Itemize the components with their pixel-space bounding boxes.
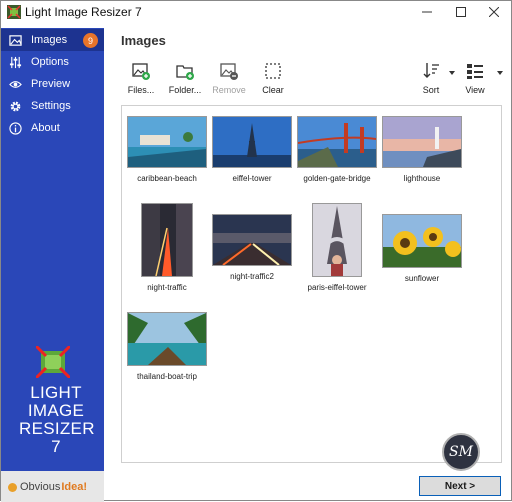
image-thumbnail[interactable]: paris-eiffel-tower <box>297 203 377 292</box>
clear-label: Clear <box>262 85 284 95</box>
image-count-badge: 9 <box>83 33 98 48</box>
sliders-icon <box>8 55 22 69</box>
app-window: Light Image Resizer 7 Images 9 Options P… <box>0 0 512 502</box>
toolbar: Files... Folder... Remove Clear Sort Vie… <box>113 57 509 97</box>
sidebar-item-label: Settings <box>31 100 71 112</box>
image-thumbnail[interactable]: sunflower <box>382 214 462 283</box>
sidebar-item-label: About <box>31 122 60 134</box>
thumbnail-image <box>382 214 462 268</box>
image-thumbnail[interactable]: thailand-boat-trip <box>127 312 207 381</box>
clear-selection-icon <box>265 63 281 79</box>
image-thumbnail[interactable]: golden-gate-bridge <box>297 116 377 183</box>
thumbnail-image <box>212 214 292 266</box>
logo-line: LIGHT <box>30 383 82 402</box>
image-thumbnail[interactable]: lighthouse <box>382 116 462 183</box>
sort-icon <box>423 63 439 78</box>
app-icon <box>7 5 21 19</box>
minimize-icon <box>422 11 432 13</box>
title-bar: Light Image Resizer 7 <box>1 1 511 23</box>
thumbnail-image <box>127 312 207 366</box>
maximize-icon <box>456 7 466 17</box>
sidebar-item-about[interactable]: About <box>1 117 104 139</box>
gear-icon <box>8 99 22 113</box>
eye-icon <box>8 77 22 91</box>
thumbnail-caption: paris-eiffel-tower <box>307 283 367 292</box>
company-name-accent: Idea! <box>61 481 88 493</box>
sidebar-item-images[interactable]: Images 9 <box>1 29 104 51</box>
files-label: Files... <box>127 85 155 95</box>
sidebar-item-options[interactable]: Options <box>1 51 104 73</box>
logo-line: 7 <box>51 437 61 456</box>
close-icon <box>489 7 499 17</box>
image-gallery[interactable]: caribbean-beach eiffel-tower golden-gate… <box>121 105 502 463</box>
sort-button[interactable]: Sort <box>409 57 453 97</box>
add-image-icon <box>132 63 150 80</box>
info-icon <box>8 121 22 135</box>
thumbnail-image <box>127 116 207 168</box>
maximize-button[interactable] <box>444 1 478 23</box>
add-folder-button[interactable]: Folder... <box>163 57 207 97</box>
images-icon <box>8 33 22 47</box>
view-label: View <box>465 85 485 95</box>
sidebar-item-label: Preview <box>31 78 71 90</box>
minimize-button[interactable] <box>410 1 444 23</box>
company-name: Obvious <box>20 481 61 493</box>
page-title: Images <box>121 33 166 48</box>
logo-line: RESIZER <box>19 419 95 438</box>
logo-text: LIGHT IMAGE RESIZER 7 <box>19 383 95 456</box>
thumbnail-caption: night-traffic <box>147 283 187 292</box>
add-files-button[interactable]: Files... <box>119 57 163 97</box>
close-button[interactable] <box>477 1 511 23</box>
view-button[interactable]: View <box>453 57 497 97</box>
thumbnail-caption: night-traffic2 <box>230 272 274 281</box>
sidebar-item-preview[interactable]: Preview <box>1 73 104 95</box>
folder-label: Folder... <box>168 85 202 95</box>
thumbnail-caption: caribbean-beach <box>137 174 197 183</box>
image-thumbnail[interactable]: caribbean-beach <box>127 116 207 183</box>
remove-label: Remove <box>212 85 246 95</box>
sidebar: Images 9 Options Preview Settings About … <box>1 28 104 502</box>
remove-button[interactable]: Remove <box>207 57 251 97</box>
sidebar-item-label: Options <box>31 56 69 68</box>
thumbnail-caption: thailand-boat-trip <box>136 372 198 381</box>
thumbnail-caption: eiffel-tower <box>232 174 272 183</box>
sidebar-item-label: Images <box>31 34 68 46</box>
resize-logo-icon <box>36 346 70 378</box>
sidebar-item-settings[interactable]: Settings <box>1 95 104 117</box>
image-thumbnail[interactable]: eiffel-tower <box>212 116 292 183</box>
thumbnail-image <box>141 203 193 277</box>
clear-button[interactable]: Clear <box>251 57 295 97</box>
thumbnail-caption: lighthouse <box>403 174 441 183</box>
window-title: Light Image Resizer 7 <box>25 5 142 19</box>
thumbnail-image <box>382 116 462 168</box>
view-icon <box>467 64 483 79</box>
image-thumbnail[interactable]: night-traffic2 <box>212 214 292 281</box>
bulb-icon <box>8 482 17 492</box>
logo-line: IMAGE <box>27 401 85 420</box>
next-button[interactable]: Next > <box>419 476 501 496</box>
company-logo: Obvious Idea! <box>8 479 87 495</box>
thumbnail-caption: sunflower <box>404 274 440 283</box>
thumbnail-caption: golden-gate-bridge <box>303 174 371 183</box>
thumbnail-image <box>297 116 377 168</box>
thumbnail-image <box>212 116 292 168</box>
remove-image-icon <box>220 63 238 80</box>
sort-label: Sort <box>422 85 440 95</box>
add-folder-icon <box>176 65 194 80</box>
thumbnail-image <box>312 203 362 277</box>
watermark-logo: SM <box>442 433 480 471</box>
image-thumbnail[interactable]: night-traffic <box>127 203 207 292</box>
view-dropdown-icon[interactable] <box>497 71 503 75</box>
